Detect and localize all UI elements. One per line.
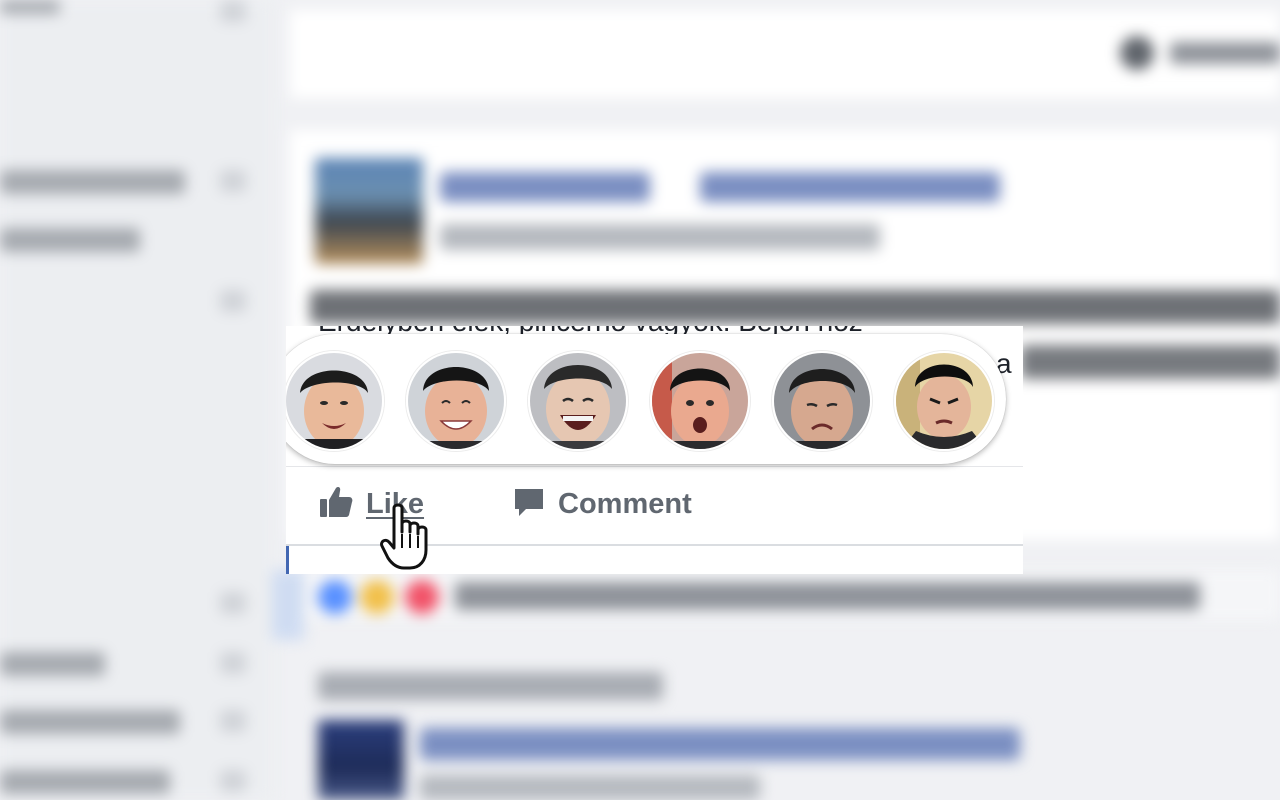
face-laughing-icon <box>530 353 626 449</box>
face-grinning-icon <box>408 353 504 449</box>
speech-bubble-icon <box>512 485 546 524</box>
comment-label: Comment <box>558 487 692 520</box>
reaction-sad[interactable] <box>772 351 872 451</box>
face-sad-icon <box>774 353 870 449</box>
face-smiling-icon <box>286 353 382 449</box>
face-surprised-icon <box>652 353 748 449</box>
face-angry-icon <box>896 353 992 449</box>
divider <box>286 466 1023 467</box>
post-avatar <box>315 158 423 264</box>
profile-icon <box>1120 36 1154 70</box>
reaction-like[interactable] <box>286 351 384 451</box>
reaction-angry[interactable] <box>894 351 994 451</box>
thumbs-up-icon <box>318 484 354 525</box>
reaction-love[interactable] <box>406 351 506 451</box>
comment-button[interactable]: Comment <box>512 476 692 532</box>
comment-input-caret <box>286 546 289 574</box>
reaction-wow[interactable] <box>650 351 750 451</box>
reaction-haha[interactable] <box>528 351 628 451</box>
hand-pointer-icon <box>380 502 440 574</box>
reaction-bar <box>286 334 1006 464</box>
left-sidebar <box>0 0 275 800</box>
